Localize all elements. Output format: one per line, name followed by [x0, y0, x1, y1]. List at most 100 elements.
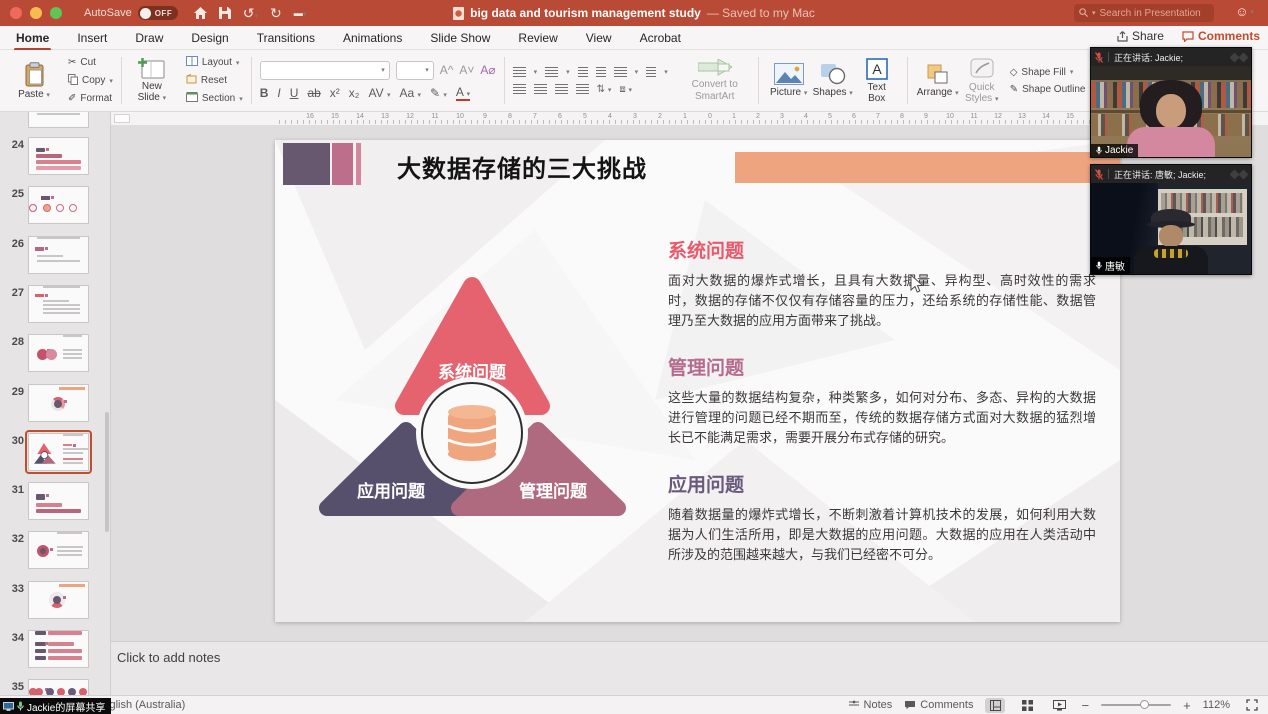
reset-button[interactable]: Reset	[186, 73, 243, 89]
line-spacing-button[interactable]	[614, 67, 627, 77]
cut-button[interactable]: ✂Cut	[68, 55, 113, 71]
superscript-button[interactable]: x²	[330, 86, 340, 100]
character-spacing-button[interactable]: AV ▾	[368, 86, 390, 100]
thumbnail-preview[interactable]	[28, 334, 89, 372]
increase-indent-button[interactable]	[596, 67, 606, 77]
format-painter-button[interactable]: ✐Format	[68, 91, 113, 107]
font-size-select[interactable]: ▾	[396, 61, 434, 80]
tab-acrobat[interactable]: Acrobat	[638, 28, 683, 48]
thumbnail-preview[interactable]	[28, 112, 89, 128]
comments-button[interactable]: Comments	[1182, 29, 1260, 43]
convert-to-smartart-button[interactable]: Convert toSmartArt	[680, 59, 750, 102]
section-button[interactable]: Section ▾	[186, 91, 243, 107]
layout-button[interactable]: Layout ▾	[186, 55, 243, 71]
normal-view-button[interactable]	[985, 698, 1005, 713]
tab-draw[interactable]: Draw	[133, 28, 165, 48]
zoom-out-button[interactable]: −	[1081, 698, 1089, 713]
home-icon[interactable]	[194, 7, 207, 19]
align-center-button[interactable]	[534, 84, 547, 94]
video-window-jackie[interactable]: 正在讲话: Jackie; Jackie	[1090, 47, 1252, 158]
tab-transitions[interactable]: Transitions	[255, 28, 317, 48]
clear-formatting-button[interactable]: A⌀	[480, 63, 495, 77]
tab-review[interactable]: Review	[516, 28, 559, 48]
thumbnail-preview[interactable]	[28, 679, 89, 695]
shapes-button[interactable]: Shapes ▾	[811, 63, 855, 98]
tab-design[interactable]: Design	[189, 28, 230, 48]
slide-sorter-view-button[interactable]	[1017, 698, 1037, 713]
tab-insert[interactable]: Insert	[75, 28, 109, 48]
bold-button[interactable]: B	[260, 86, 269, 100]
copy-button[interactable]: Copy ▾	[68, 73, 113, 89]
comments-toggle-button[interactable]: Comments	[904, 699, 973, 711]
tab-view[interactable]: View	[584, 28, 614, 48]
slideshow-view-button[interactable]	[1049, 698, 1069, 713]
thumbnail-preview[interactable]	[28, 384, 89, 422]
search-input[interactable]: ▾ Search in Presentation	[1074, 4, 1214, 22]
grow-font-button[interactable]: A^	[440, 63, 454, 77]
text-direction-button[interactable]: ⇅ ▾	[597, 84, 612, 95]
video-window-tangmin[interactable]: 正在讲话: 唐敏; Jackie; 唐敏	[1090, 164, 1252, 275]
picture-button[interactable]: Picture ▾	[767, 63, 811, 98]
numbering-button[interactable]	[545, 67, 558, 77]
thumbnail-preview[interactable]	[28, 186, 89, 224]
feedback-smiley-icon[interactable]: ☺▾	[1235, 4, 1254, 19]
fit-slide-button[interactable]	[1242, 698, 1262, 713]
font-name-select[interactable]: ▾	[260, 61, 390, 80]
section-system[interactable]: 系统问题 面对大数据的爆炸式增长，且具有大数据量、异构型、高时效性的需求时，数据…	[668, 236, 1096, 331]
thumbnail-preview[interactable]	[28, 137, 89, 175]
shape-outline-button[interactable]: ✎Shape Outline ▾	[1010, 84, 1093, 95]
thumbnail-preview[interactable]	[28, 630, 89, 668]
tab-animations[interactable]: Animations	[341, 28, 404, 48]
section-application[interactable]: 应用问题 随着数据量的爆炸式增长，不断刺激着计算机技术的发展，如何利用大数据为人…	[668, 470, 1096, 565]
italic-button[interactable]: I	[277, 86, 280, 100]
tab-slide-show[interactable]: Slide Show	[428, 28, 492, 48]
autosave-toggle[interactable]: OFF	[138, 6, 178, 20]
bullets-button[interactable]	[513, 67, 526, 77]
quick-styles-button[interactable]: QuickStyles ▾	[960, 58, 1004, 104]
shrink-font-button[interactable]: A˅	[459, 63, 474, 77]
thumbnail-preview[interactable]	[28, 285, 89, 323]
zoom-level[interactable]: 112%	[1203, 699, 1230, 711]
decrease-indent-button[interactable]	[578, 67, 588, 77]
slide-30[interactable]: 大数据存储的三大挑战 系统问题 应用问题 管理问题 系统问题 面对大数据	[275, 140, 1120, 622]
underline-button[interactable]: U	[290, 86, 299, 100]
subscript-button[interactable]: x₂	[349, 86, 360, 100]
text-box-button[interactable]: A TextBox	[855, 58, 899, 104]
highlight-pen-button[interactable]: ✎ ▾	[430, 86, 447, 100]
font-color-button[interactable]: A ▾	[456, 85, 470, 101]
redo-icon[interactable]: ↻	[270, 5, 282, 22]
undo-icon[interactable]: ↺▾	[243, 5, 258, 22]
paste-button[interactable]: Paste ▾	[12, 62, 56, 100]
thumbnail-preview[interactable]	[28, 433, 89, 471]
section-management[interactable]: 管理问题 这些大量的数据结构复杂，种类繁多，如何对分布、多态、异构的大数据进行管…	[668, 353, 1096, 448]
minimize-window-button[interactable]	[30, 7, 42, 19]
video-header[interactable]: 正在讲话: Jackie;	[1091, 48, 1251, 66]
align-text-button[interactable]: ⧈ ▾	[619, 84, 632, 95]
notes-pane[interactable]: Click to add notes	[111, 641, 1268, 695]
align-left-button[interactable]	[513, 84, 526, 94]
save-icon[interactable]	[219, 7, 231, 19]
justify-button[interactable]	[576, 84, 589, 94]
align-right-button[interactable]	[555, 84, 568, 94]
close-window-button[interactable]	[10, 7, 22, 19]
thumbnail-preview[interactable]	[28, 581, 89, 619]
tab-home[interactable]: Home	[14, 28, 51, 48]
zoom-slider[interactable]	[1101, 704, 1171, 706]
qat-more-icon[interactable]: ▬▾	[294, 8, 307, 18]
thumbnail-preview[interactable]	[28, 236, 89, 274]
arrange-button[interactable]: Arrange ▾	[916, 63, 960, 98]
triangle-diagram[interactable]: 系统问题 应用问题 管理问题	[305, 270, 645, 528]
notes-toggle-button[interactable]: Notes	[848, 699, 893, 711]
new-slide-button[interactable]: NewSlide ▾	[130, 58, 174, 103]
zoom-window-button[interactable]	[50, 7, 62, 19]
share-button[interactable]: Share	[1117, 29, 1164, 43]
strikethrough-button[interactable]: ab	[307, 86, 320, 100]
video-header[interactable]: 正在讲话: 唐敏; Jackie;	[1091, 165, 1251, 183]
shape-fill-button[interactable]: ◇Shape Fill ▾	[1010, 67, 1093, 78]
slide-title[interactable]: 大数据存储的三大挑战	[397, 149, 647, 184]
thumbnail-preview[interactable]	[28, 531, 89, 569]
columns-button[interactable]	[646, 67, 656, 77]
thumbnail-preview[interactable]	[28, 482, 89, 520]
change-case-button[interactable]: Aa ▾	[399, 86, 421, 100]
zoom-slider-thumb[interactable]	[1140, 700, 1149, 709]
